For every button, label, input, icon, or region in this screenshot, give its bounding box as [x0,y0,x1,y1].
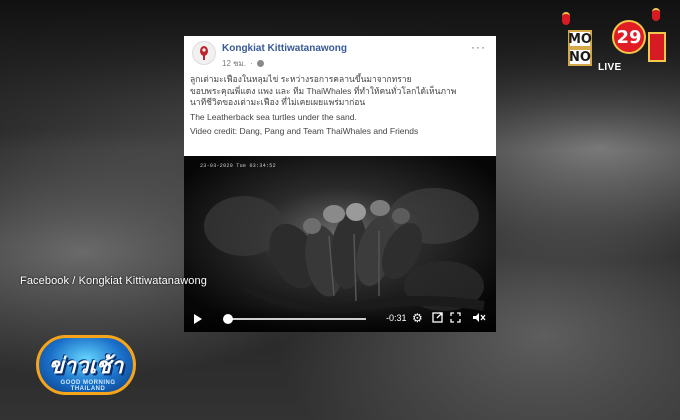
seek-bar[interactable] [224,318,366,320]
channel-number: 29 [612,20,646,54]
video-controls: -0:31 ⚙ [184,306,496,332]
video-timestamp: 23-03-2020 Tue 03:34:52 [200,163,276,169]
video-credit: Video credit: Dang, Pang and Team ThaiWh… [190,126,419,137]
post-text-thai-2: ขอบพระคุณพี่แดง แพง และ ทีม ThaiWhales ท… [190,85,457,96]
globe-icon [256,60,264,67]
settings-gear-icon[interactable]: ⚙ [412,311,423,325]
mono-letters-1: MO [568,30,592,48]
seek-handle[interactable] [223,314,234,324]
post-text-english: The Leatherback sea turtles under the sa… [190,111,357,122]
program-logo: ข่าวเช้า GOOD MORNING THAILAND [28,330,148,410]
lantern-decoration-icon [562,12,570,25]
volume-muted-icon[interactable] [472,312,486,326]
gift-decoration-icon [648,32,666,62]
live-label: LIVE [598,62,622,73]
post-text: ลูกเต่ามะเฟืองในหลุมไข่ ระหว่างรอการคลาน… [190,74,490,138]
time-remaining: -0:31 [386,313,407,323]
fullscreen-icon[interactable] [450,312,461,326]
lantern-decoration-icon [652,8,660,21]
source-caption: Facebook / Kongkiat Kittiwatanawong [20,275,207,287]
post-time[interactable]: 12 ชม. [222,57,246,70]
program-title: ข่าวเช้า [48,354,124,379]
channel-logo: MO NO 29 LIVE [554,6,670,76]
post-text-thai-1: ลูกเต่ามะเฟืองในหลุมไข่ ระหว่างรอการคลาน… [190,74,412,84]
play-icon[interactable] [194,314,202,324]
post-meta: 12 ชม. · [222,57,264,70]
pop-out-icon[interactable] [432,312,443,326]
avatar-logo-icon [200,46,208,60]
author-avatar[interactable] [192,41,216,65]
facebook-post: Kongkiat Kittiwatanawong 12 ชม. · ··· ลู… [184,36,496,156]
post-text-thai-3: นาทีชีวิตของเต่ามะเฟือง ที่ไม่เคยเผยแพร่… [190,97,366,108]
video-player[interactable]: 23-03-2020 Tue 03:34:52 -0:31 ⚙ [184,156,496,332]
program-subtitle: GOOD MORNING THAILAND [60,380,116,392]
author-name[interactable]: Kongkiat Kittiwatanawong [222,43,347,54]
more-options-button[interactable]: ··· [471,40,486,54]
mono-letters-2: NO [568,48,592,66]
